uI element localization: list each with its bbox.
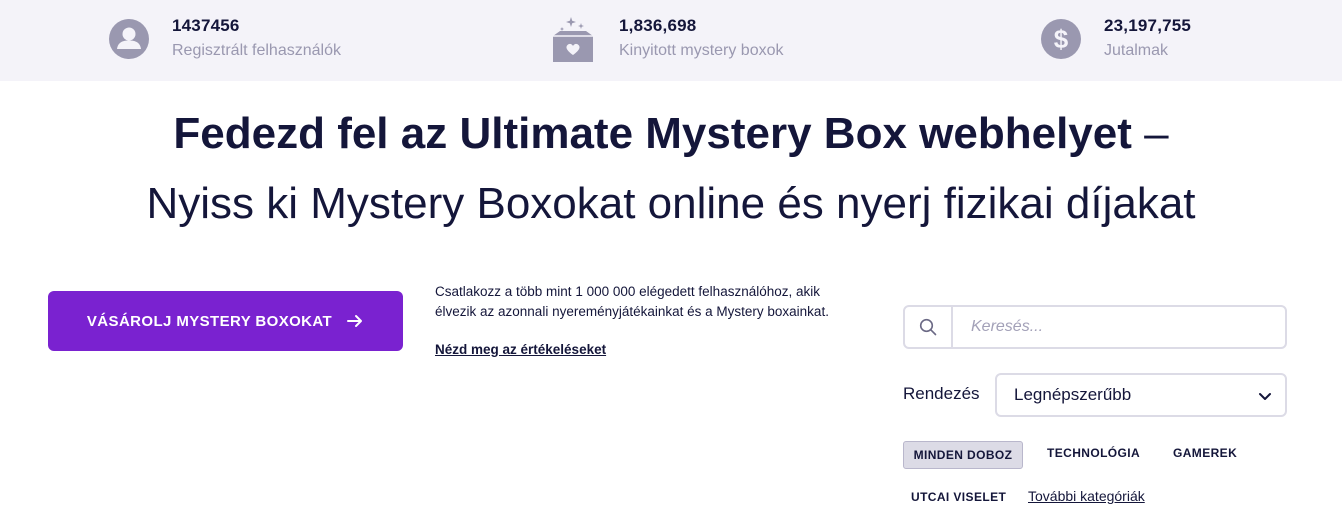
svg-text:$: $	[1054, 24, 1069, 54]
category-chip-streetwear[interactable]: UTCAI VISELET	[911, 490, 1006, 504]
category-chip-all[interactable]: MINDEN DOBOZ	[903, 441, 1023, 469]
category-chip-technology[interactable]: TECHNOLÓGIA	[1047, 446, 1140, 460]
reviews-link[interactable]: Nézd meg az értékeléseket	[435, 342, 606, 357]
more-categories-link[interactable]: További kategóriák	[1028, 488, 1145, 504]
mystery-box-icon	[552, 14, 594, 64]
stat-label: Jutalmak	[1104, 42, 1169, 59]
search-input[interactable]	[953, 307, 1285, 347]
arrow-right-icon	[346, 312, 364, 330]
stat-value: 1437456	[172, 16, 240, 35]
sort-selected-value: Legnépszerűbb	[1014, 385, 1132, 404]
cta-label: VÁSÁROLJ MYSTERY BOXOKAT	[86, 312, 333, 330]
category-chip-gamers[interactable]: GAMEREK	[1173, 446, 1237, 460]
stats-bar: 1437456 Regisztrált felhasználók 1,836,6…	[0, 0, 1342, 81]
chevron-down-icon	[1257, 388, 1273, 404]
stat-label: Kinyitott mystery boxok	[619, 42, 784, 59]
headline-line-2: Nyiss ki Mystery Boxokat online és nyerj…	[146, 179, 1196, 228]
headline-bold-text: Fedezd fel az Ultimate Mystery Box webhe…	[173, 109, 1132, 158]
sort-select[interactable]: Legnépszerűbb	[995, 373, 1287, 417]
search-box[interactable]	[903, 305, 1287, 349]
stat-value: 1,836,698	[619, 16, 697, 35]
stat-value: 23,197,755	[1104, 16, 1192, 35]
search-icon[interactable]	[905, 307, 953, 347]
user-avatar-icon	[108, 18, 150, 60]
headline-dash: –	[1131, 109, 1169, 158]
page-headline: Fedezd fel az Ultimate Mystery Box webhe…	[0, 106, 1342, 234]
sort-label: Rendezés	[903, 384, 980, 403]
buy-mystery-boxes-button[interactable]: VÁSÁROLJ MYSTERY BOXOKAT	[48, 291, 403, 351]
headline-line-1: Fedezd fel az Ultimate Mystery Box webhe…	[0, 106, 1342, 162]
join-description: Csatlakozz a több mint 1 000 000 elégede…	[435, 284, 829, 319]
dollar-coin-icon: $	[1040, 18, 1082, 60]
stat-label: Regisztrált felhasználók	[172, 42, 341, 59]
